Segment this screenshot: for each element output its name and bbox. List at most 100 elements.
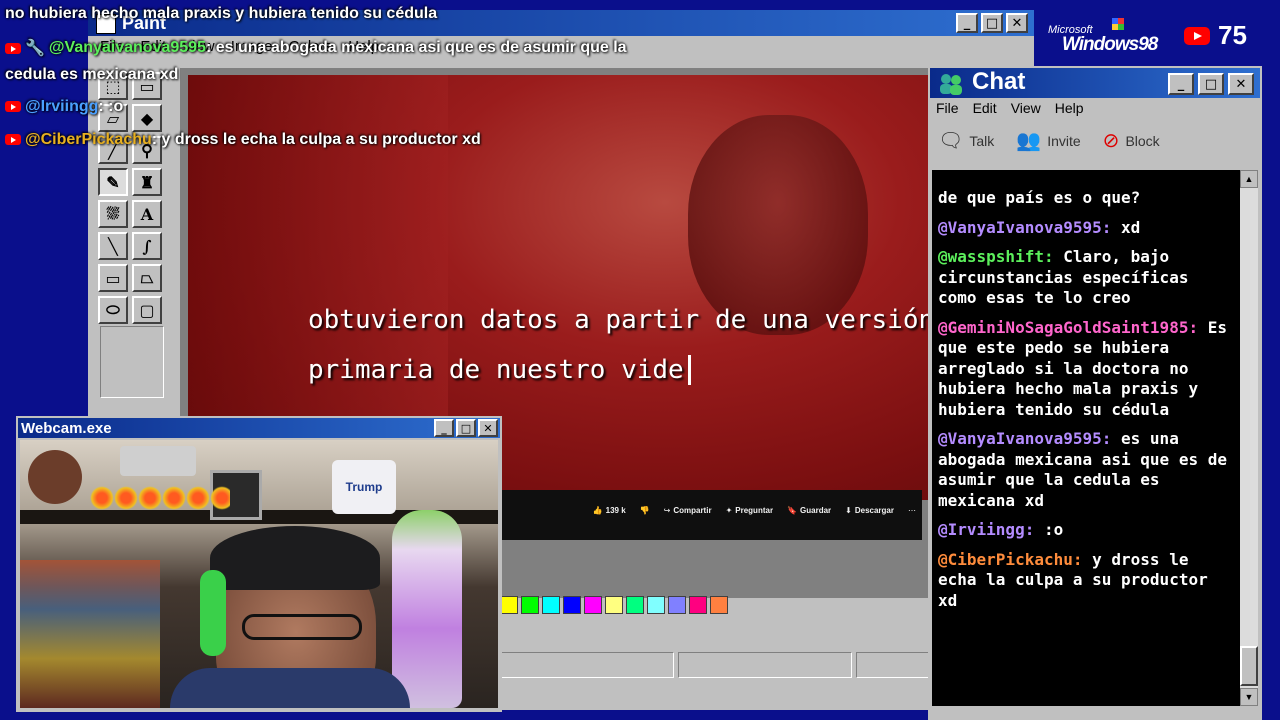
color-swatch[interactable] bbox=[710, 596, 728, 614]
chat-username[interactable]: @Irviingg: bbox=[938, 520, 1034, 539]
color-swatch[interactable] bbox=[605, 596, 623, 614]
chat-message: @GeminiNoSagaGoldSaint1985: Es que este … bbox=[938, 318, 1232, 421]
chat-menubar: File Edit View Help bbox=[936, 100, 1084, 116]
overlay-line: 🔧 @Vanyaivanova9595: es una abogada mexic… bbox=[5, 38, 627, 58]
trump-label: Trump bbox=[345, 480, 383, 494]
color-swatch[interactable] bbox=[563, 596, 581, 614]
chat-window: Chat _ □ ✕ File Edit View Help 🗨 Talk 👥 In… bbox=[928, 66, 1262, 720]
menu-view[interactable]: View bbox=[1011, 100, 1041, 116]
status-cell bbox=[678, 652, 852, 678]
scroll-thumb[interactable] bbox=[1240, 646, 1258, 686]
curve-icon[interactable]: ∫ bbox=[132, 232, 162, 260]
chat-message: de que país es o que? bbox=[938, 188, 1232, 209]
chat-message: @CiberPickachu: y dross le echa la culpa… bbox=[938, 550, 1232, 612]
silver-play-button-plaque bbox=[120, 446, 196, 476]
youtube-icon bbox=[5, 101, 21, 113]
chat-text: :o bbox=[1034, 520, 1064, 539]
scroll-up-icon[interactable]: ▲ bbox=[1240, 170, 1258, 188]
shirt bbox=[170, 668, 410, 708]
viewer-count-value: 75 bbox=[1218, 20, 1247, 50]
block-icon: ⊘ bbox=[1102, 130, 1120, 152]
close-button[interactable]: ✕ bbox=[478, 419, 498, 437]
close-button[interactable]: ✕ bbox=[1228, 73, 1254, 95]
minimize-button[interactable]: _ bbox=[434, 419, 454, 437]
color-swatch[interactable] bbox=[584, 596, 602, 614]
overlay-text: cedula es mexicana xd bbox=[5, 66, 179, 83]
flowers bbox=[90, 486, 230, 510]
menu-file[interactable]: File bbox=[936, 100, 959, 116]
airbrush-icon[interactable]: ⛆ bbox=[98, 200, 128, 228]
color-swatch[interactable] bbox=[689, 596, 707, 614]
invite-button[interactable]: 👥 Invite bbox=[1016, 128, 1080, 153]
dislike-button[interactable]: 👎 bbox=[640, 506, 650, 515]
chat-username[interactable]: @VanyaIvanova9595: bbox=[938, 218, 1111, 237]
line-icon[interactable]: ╲ bbox=[98, 232, 128, 260]
chat-message: @VanyaIvanova9595: es una abogada mexica… bbox=[938, 429, 1232, 511]
rectangle-icon[interactable]: ▭ bbox=[98, 264, 128, 292]
color-swatch[interactable] bbox=[500, 596, 518, 614]
color-swatch[interactable] bbox=[668, 596, 686, 614]
ellipse-icon[interactable]: ⬭ bbox=[98, 296, 128, 324]
toy-shelf bbox=[20, 560, 160, 708]
talk-button[interactable]: 🗨 Talk bbox=[938, 128, 994, 153]
windows98-text: Windows98 bbox=[1062, 34, 1158, 55]
maximize-button[interactable]: □ bbox=[456, 419, 476, 437]
minimize-button[interactable]: _ bbox=[956, 13, 978, 33]
status-cell bbox=[500, 652, 674, 678]
paint-toolbox: ⬚ ▭ ▱ ◆ ╱ ⚲ ✎ ♜ ⛆ A ╲ ∫ ▭ ⏢ ⬭ ▢ bbox=[96, 70, 172, 404]
polygon-icon[interactable]: ⏢ bbox=[132, 264, 162, 292]
overlay-text: : :o bbox=[98, 98, 124, 115]
overlay-line: no hubiera hecho mala praxis y hubiera t… bbox=[5, 5, 437, 23]
subtitle-line-1: obtuvieron datos a partir de una versión bbox=[308, 295, 942, 345]
subtitle-line-2: primaria de nuestro vide bbox=[308, 345, 941, 395]
fill-icon[interactable]: ◆ bbox=[132, 104, 162, 132]
chat-text: de que país es o que? bbox=[938, 188, 1141, 207]
color-swatch[interactable] bbox=[521, 596, 539, 614]
color-swatch[interactable] bbox=[542, 596, 560, 614]
chat-message: @wasspshift: Claro, bajo circunstancias … bbox=[938, 247, 1232, 309]
tool-options-box[interactable] bbox=[100, 326, 164, 398]
cap bbox=[210, 526, 380, 590]
color-swatch[interactable] bbox=[647, 596, 665, 614]
text-icon[interactable]: A bbox=[132, 200, 162, 228]
color-palette bbox=[500, 596, 731, 614]
like-button[interactable]: 👍 139 k bbox=[593, 506, 626, 515]
minimize-button[interactable]: _ bbox=[1168, 73, 1194, 95]
chat-username[interactable]: @CiberPickachu: bbox=[938, 550, 1083, 569]
save-button[interactable]: 🔖 Guardar bbox=[787, 506, 831, 515]
menu-edit[interactable]: Edit bbox=[973, 100, 997, 116]
color-swatch[interactable] bbox=[626, 596, 644, 614]
toilet-paper: Trump bbox=[332, 460, 396, 514]
block-button[interactable]: ⊘ Block bbox=[1103, 128, 1160, 153]
webcam-titlebar[interactable]: Webcam.exe _ □ ✕ bbox=[18, 418, 500, 438]
chat-username[interactable]: @wasspshift: bbox=[938, 247, 1054, 266]
maximize-button[interactable]: □ bbox=[981, 13, 1003, 33]
menu-help[interactable]: Help bbox=[1055, 100, 1084, 116]
share-button[interactable]: ↪ Compartir bbox=[664, 506, 712, 515]
close-button[interactable]: ✕ bbox=[1006, 13, 1028, 33]
more-button[interactable]: ⋯ bbox=[908, 506, 916, 515]
maximize-button[interactable]: □ bbox=[1198, 73, 1224, 95]
video-subtitle: obtuvieron datos a partir de una versión… bbox=[308, 295, 942, 395]
overlay-text: : y dross le echa la culpa a su producto… bbox=[151, 131, 481, 148]
viewer-count: 75 bbox=[1184, 20, 1247, 51]
brush-icon[interactable]: ♜ bbox=[132, 168, 162, 196]
pencil-icon[interactable]: ✎ bbox=[98, 168, 128, 196]
scroll-down-icon[interactable]: ▼ bbox=[1240, 688, 1258, 706]
overlay-text: : es una abogada mexicana asi que es de … bbox=[205, 39, 627, 57]
chat-username[interactable]: @VanyaIvanova9595: bbox=[938, 429, 1111, 448]
chat-message: @VanyaIvanova9595: xd bbox=[938, 218, 1232, 239]
chat-titlebar[interactable]: Chat _ □ ✕ bbox=[930, 68, 1260, 98]
overlay-text: no hubiera hecho mala praxis y hubiera t… bbox=[5, 5, 438, 22]
chat-username[interactable]: @GeminiNoSagaGoldSaint1985: bbox=[938, 318, 1198, 337]
youtube-icon bbox=[5, 42, 21, 54]
people-icon bbox=[936, 72, 966, 96]
download-button[interactable]: ⬇ Descargar bbox=[845, 506, 894, 515]
windows-flag-icon bbox=[1112, 18, 1124, 30]
rounded-rect-icon[interactable]: ▢ bbox=[132, 296, 162, 324]
webcam-feed: Trump bbox=[20, 440, 498, 708]
wrench-icon: 🔧 bbox=[25, 40, 45, 57]
chat-scrollbar[interactable]: ▲ ▼ bbox=[1240, 170, 1258, 706]
chat-log[interactable]: de que país es o que? @VanyaIvanova9595: … bbox=[932, 170, 1240, 706]
ask-button[interactable]: ✦ Preguntar bbox=[726, 506, 774, 515]
